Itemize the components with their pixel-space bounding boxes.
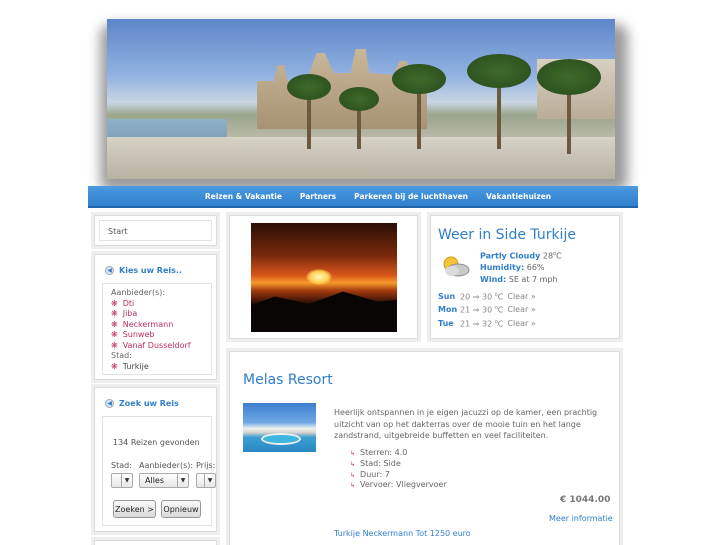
weather-temp-unit: C [556, 251, 562, 261]
results-count: 134 Reizen gevonden [113, 438, 200, 447]
partly-cloudy-icon [443, 256, 470, 277]
aanbieder-select-value: Alles [145, 476, 165, 485]
hill-silhouette [251, 291, 397, 332]
forecast-row: Tue 21 ⇒ 32 oC Clear » [438, 319, 536, 329]
aanbieder-item-neckermann[interactable]: ❋ Neckermann [111, 320, 191, 331]
resort-specs: Sterren: 4.0 Stad: Side Duur: 7 Vervoer:… [350, 448, 447, 491]
kies-title-text: Kies uw Reis.. [119, 266, 182, 275]
zoek-prijs-label: Prijs: [196, 461, 216, 470]
main-nav: Reizen & Vakantie Partners Parkeren bij … [88, 186, 638, 208]
palm-frond [467, 54, 531, 88]
prijs-select[interactable]: ▼ [196, 473, 216, 488]
palm-frond [287, 74, 331, 100]
start-panel: Start [94, 215, 217, 246]
resort-photo[interactable] [243, 403, 316, 452]
forecast-condition: Clear » [507, 292, 536, 301]
nav-item-partners[interactable]: Partners [291, 192, 345, 201]
next-sidebar-panel [94, 540, 217, 545]
chevron-down-icon: ▼ [204, 474, 215, 487]
kies-box: Aanbieder(s): ❋ Dti ❋ Jiba ❋ Neckermann ❋ Su… [102, 283, 212, 375]
gear-icon: ❋ [111, 330, 118, 339]
kies-filter-list: Aanbieder(s): ❋ Dti ❋ Jiba ❋ Neckermann ❋ Su… [111, 288, 191, 372]
pool-shape [261, 433, 301, 445]
spec-item: Vervoer: Vliegvervoer [350, 480, 447, 491]
weather-condition: Partly Cloudy [480, 251, 541, 261]
resort-price: € 1044.00 [560, 495, 611, 505]
aanbieder-label: Aanbieder(s): [111, 288, 166, 297]
zoek-aanbieder-label: Aanbieder(s): [139, 461, 194, 470]
gear-icon: ❋ [111, 298, 118, 308]
nav-item-parkeren[interactable]: Parkeren bij de luchthaven [345, 192, 477, 201]
kies-panel: ◀ Kies uw Reis.. Aanbieder(s): ❋ Dti ❋ Jib… [94, 254, 217, 380]
weather-wind-line: Wind: SE at 7 mph [480, 275, 558, 284]
stad-select[interactable]: ▼ [111, 473, 133, 488]
aanbieder-item-jiba[interactable]: ❋ Jiba [111, 309, 191, 320]
opnieuw-button[interactable]: Opnieuw [161, 500, 201, 518]
zoeken-button[interactable]: Zoeken > [113, 500, 156, 518]
sun-shape [306, 269, 332, 285]
start-box: Start [99, 220, 212, 241]
gear-icon: ❋ [111, 361, 118, 371]
weather-temp: 28 [542, 251, 554, 261]
humidity-label: Humidity: [480, 263, 525, 272]
zoek-stad-label: Stad: [111, 461, 132, 470]
forecast-row: Sun 20 ⇒ 30 oC Clear » [438, 292, 536, 302]
forecast-day: Mon [438, 305, 458, 314]
forecast-day: Tue [438, 319, 454, 328]
palm-frond [392, 64, 446, 94]
palm-frond [537, 59, 601, 95]
aanbieder-select[interactable]: Alles ▼ [139, 473, 189, 488]
header-banner-image [107, 19, 615, 179]
spec-item: Stad: Side [350, 459, 447, 470]
zoek-title: ◀ Zoek uw Reis [105, 399, 179, 408]
stad-label: Stad: [111, 351, 132, 360]
resort-title[interactable]: Melas Resort [243, 372, 333, 388]
nav-item-vakantiehuizen[interactable]: Vakantiehuizen [477, 192, 560, 201]
chevron-down-icon: ▼ [177, 474, 188, 487]
weather-title: Weer in Side Turkije [438, 227, 576, 243]
forecast-condition: Clear » [507, 319, 536, 328]
aanbieder-item-dti[interactable]: ❋ Dti [111, 299, 191, 310]
palm-frond [339, 87, 379, 111]
zoek-panel: ◀ Zoek uw Reis 134 Reizen gevonden Stad:… [94, 387, 217, 532]
arrow-left-icon: ◀ [105, 266, 114, 275]
wind-value: SE at 7 mph [508, 275, 558, 284]
aanbieder-item-sunweb[interactable]: ❋ Sunweb [111, 330, 191, 341]
spec-item: Duur: 7 [350, 470, 447, 481]
sunset-photo [251, 223, 397, 332]
spec-item: Sterren: 4.0 [350, 448, 447, 459]
resort-description: Heerlijk ontspannen in je eigen jacuzzi … [334, 408, 598, 440]
weather-humidity-line: Humidity: 66% [480, 263, 545, 272]
aanbieder-item-dusseldorf[interactable]: ❋ Vanaf Dusseldorf [111, 341, 191, 352]
start-link[interactable]: Start [108, 227, 128, 236]
stad-item-turkije[interactable]: ❋ Turkije [111, 362, 191, 373]
next-offer-link[interactable]: Turkije Neckermann Tot 1250 euro [334, 529, 471, 538]
banner-plaza [107, 137, 615, 179]
gear-icon: ❋ [111, 319, 118, 329]
wind-label: Wind: [480, 275, 507, 284]
humidity-value: 66% [526, 263, 545, 272]
gear-icon: ❋ [111, 309, 118, 318]
kies-title: ◀ Kies uw Reis.. [105, 266, 182, 275]
weather-condition-line: Partly Cloudy 28oC [480, 251, 562, 261]
nav-item-reizen[interactable]: Reizen & Vakantie [196, 192, 291, 201]
forecast-row: Mon 21 ⇒ 30 oC Clear » [438, 305, 536, 315]
arrow-left-icon: ◀ [105, 399, 114, 408]
forecast-condition: Clear » [507, 305, 536, 314]
chevron-down-icon: ▼ [121, 474, 132, 487]
gear-icon: ❋ [111, 340, 118, 350]
zoek-title-text: Zoek uw Reis [119, 399, 179, 408]
forecast-day: Sun [438, 292, 456, 301]
more-info-link[interactable]: Meer informatie [549, 514, 613, 523]
